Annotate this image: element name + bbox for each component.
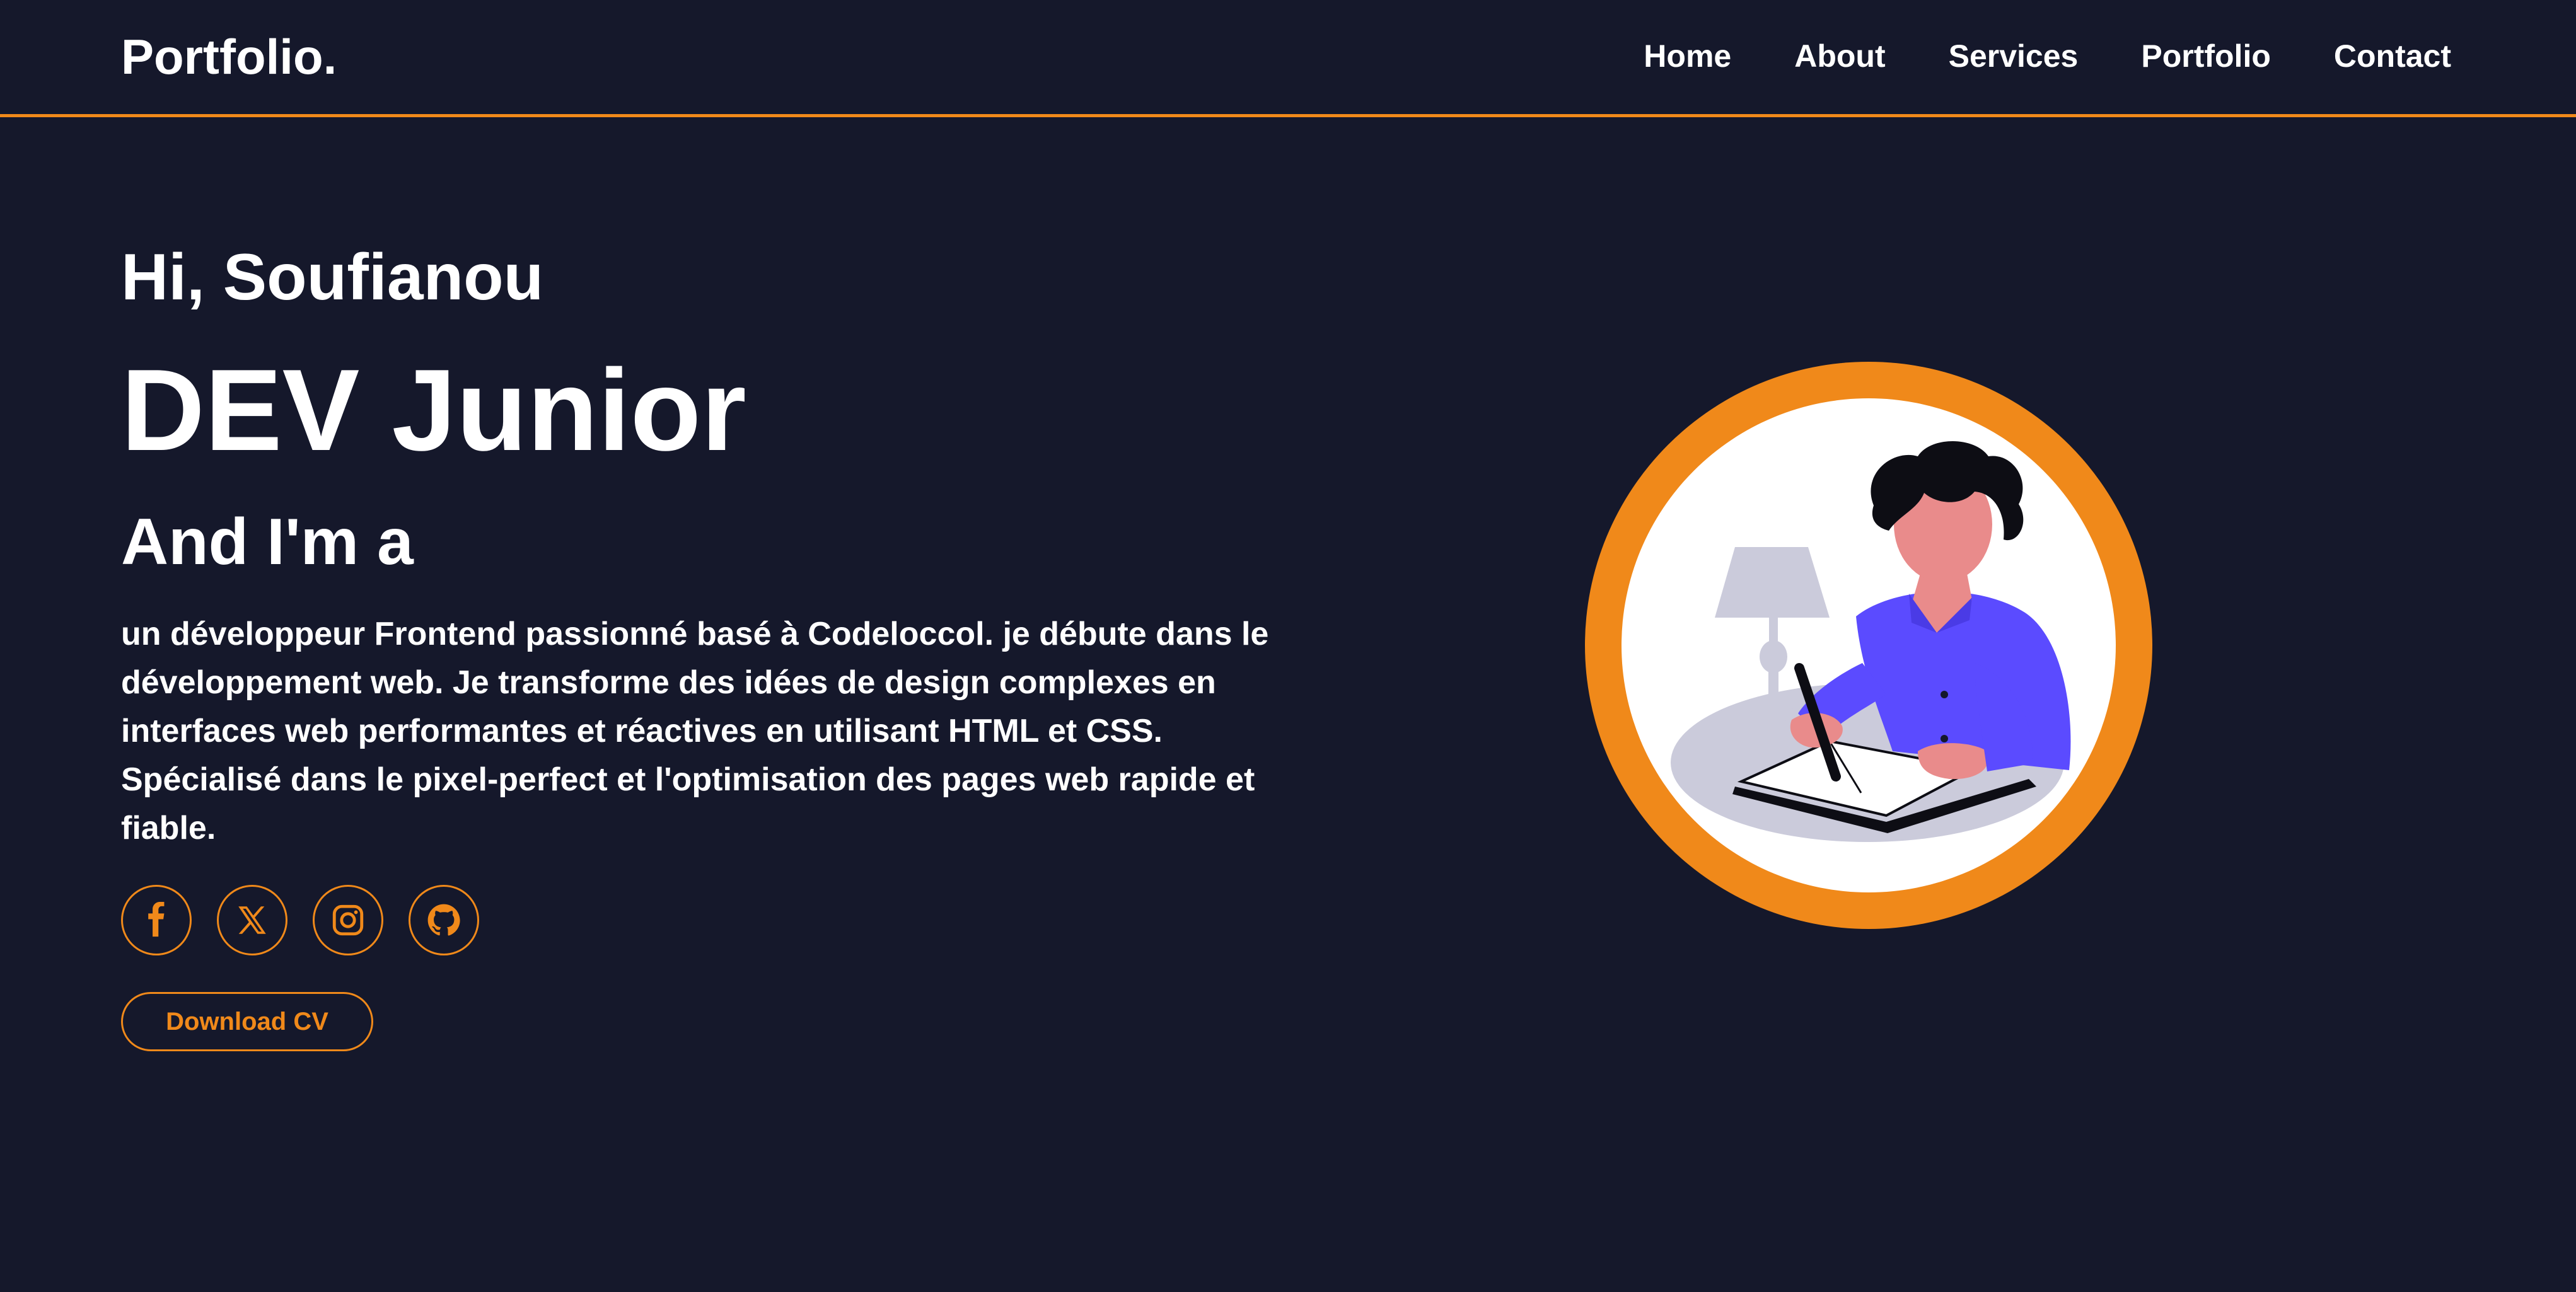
hero-role: DEV Junior bbox=[121, 345, 746, 475]
logo[interactable]: Portfolio. bbox=[121, 25, 337, 88]
x-link[interactable] bbox=[217, 885, 287, 955]
instagram-link[interactable] bbox=[313, 885, 383, 955]
github-icon bbox=[427, 904, 460, 936]
github-link[interactable] bbox=[409, 885, 479, 955]
page: Portfolio. Home About Services Portfolio… bbox=[0, 0, 2576, 1292]
person-writing-illustration bbox=[1671, 441, 2071, 842]
facebook-link[interactable] bbox=[121, 885, 192, 955]
hero-intro: And I'm a bbox=[121, 505, 414, 579]
social-links bbox=[121, 885, 479, 955]
facebook-icon bbox=[148, 902, 165, 937]
nav-about[interactable]: About bbox=[1794, 33, 1885, 79]
main-nav: Home About Services Portfolio Contact bbox=[1644, 33, 2451, 79]
nav-services[interactable]: Services bbox=[1949, 33, 2079, 79]
nav-contact[interactable]: Contact bbox=[2334, 33, 2451, 79]
hero-greeting: Hi, Soufianou bbox=[121, 241, 544, 314]
hero-description: un développeur Frontend passionné basé à… bbox=[121, 616, 1269, 846]
hero-illustration bbox=[1585, 362, 2152, 929]
download-cv-button[interactable]: Download CV bbox=[121, 992, 373, 1051]
nav-home[interactable]: Home bbox=[1644, 33, 1731, 79]
x-twitter-icon bbox=[238, 906, 266, 934]
illustration-frame bbox=[1622, 398, 2116, 892]
instagram-icon bbox=[332, 904, 364, 936]
site-header: Portfolio. Home About Services Portfolio… bbox=[0, 0, 2576, 117]
nav-portfolio[interactable]: Portfolio bbox=[2141, 33, 2271, 79]
